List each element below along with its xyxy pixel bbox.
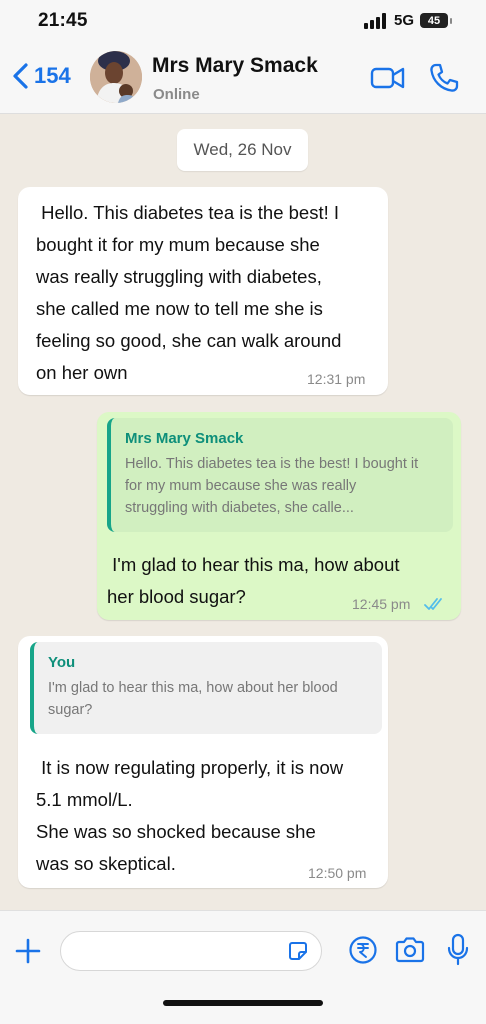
contact-status: Online <box>153 86 200 103</box>
sticker-icon[interactable] <box>286 939 310 963</box>
quote-author: Mrs Mary Smack <box>125 430 244 447</box>
status-time: 21:45 <box>38 10 88 31</box>
battery-level: 45 <box>427 14 441 27</box>
camera-icon[interactable] <box>394 935 426 965</box>
video-call-icon[interactable] <box>370 64 406 92</box>
date-chip: Wed, 26 Nov <box>177 129 308 171</box>
message-input[interactable] <box>60 931 322 971</box>
message-time: 12:31 pm <box>307 371 366 387</box>
phone-call-icon[interactable] <box>428 62 460 94</box>
chevron-left-icon <box>13 63 28 89</box>
message-incoming[interactable]: You I'm glad to hear this ma, how about … <box>18 636 388 888</box>
battery-icon: 45 <box>420 13 448 28</box>
microphone-icon[interactable] <box>446 933 470 967</box>
quote-text: I'm glad to hear this ma, how about her … <box>48 680 338 718</box>
message-text: Hello. This diabetes tea is the best! I … <box>36 202 342 383</box>
quote-author: You <box>48 654 76 671</box>
unread-count: 154 <box>34 63 71 88</box>
avatar[interactable] <box>90 51 142 103</box>
chat-header: 154 Mrs Mary Smack Online <box>0 44 486 114</box>
plus-icon[interactable] <box>14 937 42 965</box>
avatar-photo <box>90 51 142 103</box>
message-outgoing[interactable]: Mrs Mary Smack Hello. This diabetes tea … <box>97 412 461 620</box>
contact-name[interactable]: Mrs Mary Smack <box>152 54 318 78</box>
battery-tip <box>450 17 452 24</box>
quote-text: Hello. This diabetes tea is the best! I … <box>125 456 419 516</box>
rupee-icon[interactable] <box>348 935 378 965</box>
read-receipt-icon <box>424 598 442 610</box>
network-label: 5G <box>393 12 414 29</box>
message-text: It is now regulating properly, it is now… <box>36 757 344 874</box>
message-time: 12:50 pm <box>308 865 367 881</box>
message-input-bar <box>0 910 486 1024</box>
status-bar: 21:45 5G 45 <box>0 0 486 44</box>
quoted-message[interactable]: You I'm glad to hear this ma, how about … <box>30 642 382 734</box>
quoted-message[interactable]: Mrs Mary Smack Hello. This diabetes tea … <box>107 418 453 532</box>
home-indicator[interactable] <box>163 1000 323 1006</box>
signal-icon <box>363 12 386 29</box>
status-indicators: 5G 45 <box>363 12 452 29</box>
back-button[interactable]: 154 <box>10 62 71 90</box>
message-incoming[interactable]: Hello. This diabetes tea is the best! I … <box>18 187 388 395</box>
message-time: 12:45 pm <box>352 596 411 612</box>
